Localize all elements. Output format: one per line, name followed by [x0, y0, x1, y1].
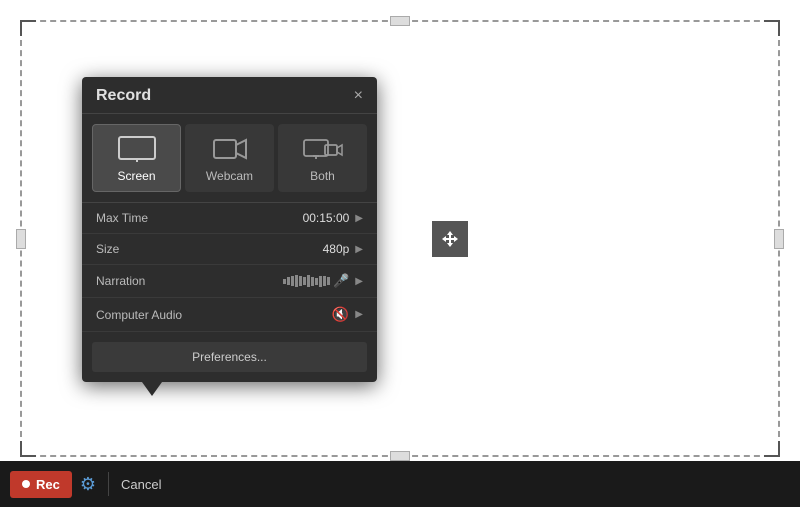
corner-bl	[20, 441, 36, 457]
narration-label: Narration	[96, 274, 206, 288]
bottom-toolbar: Rec ⚙ Cancel	[0, 461, 800, 507]
corner-br	[764, 441, 780, 457]
handle-right[interactable]	[774, 229, 784, 249]
record-dialog: Record × Screen	[82, 77, 377, 382]
move-icon[interactable]	[432, 221, 468, 257]
handle-bottom[interactable]	[390, 451, 410, 461]
size-value: 480p ▶	[206, 242, 363, 256]
computer-audio-label: Computer Audio	[96, 308, 206, 322]
source-both[interactable]: Both	[278, 124, 367, 192]
speaker-muted-icon: 🔇	[332, 306, 349, 323]
max-time-value: 00:15:00 ▶	[206, 211, 363, 225]
size-label: Size	[96, 242, 206, 256]
preferences-button[interactable]: Preferences...	[92, 342, 367, 372]
size-row[interactable]: Size 480p ▶	[82, 234, 377, 265]
canvas-area: Record × Screen	[20, 20, 780, 457]
dialog-tail	[142, 382, 162, 396]
rec-dot	[22, 480, 30, 488]
computer-audio-value: 🔇 ▶	[206, 306, 363, 323]
toolbar-separator	[108, 472, 109, 496]
computer-audio-arrow: ▶	[355, 309, 363, 320]
both-label: Both	[310, 169, 335, 183]
handle-left[interactable]	[16, 229, 26, 249]
rec-label: Rec	[36, 477, 60, 492]
webcam-label: Webcam	[206, 169, 253, 183]
mic-icon: 🎤	[333, 273, 349, 289]
computer-audio-row[interactable]: Computer Audio 🔇 ▶	[82, 298, 377, 332]
rec-button[interactable]: Rec	[10, 471, 72, 498]
corner-tr	[764, 20, 780, 36]
narration-row[interactable]: Narration	[82, 265, 377, 298]
source-webcam[interactable]: Webcam	[185, 124, 274, 192]
handle-top[interactable]	[390, 16, 410, 26]
corner-tl	[20, 20, 36, 36]
max-time-label: Max Time	[96, 211, 206, 225]
source-selector: Screen Webcam	[82, 114, 377, 203]
narration-bar: 🎤	[283, 273, 349, 289]
narration-arrow: ▶	[355, 276, 363, 287]
webcam-icon	[210, 135, 250, 163]
dialog-title: Record	[96, 87, 151, 105]
both-icon	[303, 135, 343, 163]
dialog-titlebar: Record ×	[82, 77, 377, 114]
source-screen[interactable]: Screen	[92, 124, 181, 192]
narration-value: 🎤 ▶	[206, 273, 363, 289]
size-arrow: ▶	[355, 244, 363, 255]
settings-button[interactable]: ⚙	[72, 468, 104, 501]
cancel-button[interactable]: Cancel	[113, 471, 169, 498]
narration-segments	[283, 275, 330, 287]
screen-icon	[117, 135, 157, 163]
close-button[interactable]: ×	[354, 88, 363, 104]
max-time-row[interactable]: Max Time 00:15:00 ▶	[82, 203, 377, 234]
max-time-arrow: ▶	[355, 213, 363, 224]
screen-label: Screen	[117, 169, 155, 183]
